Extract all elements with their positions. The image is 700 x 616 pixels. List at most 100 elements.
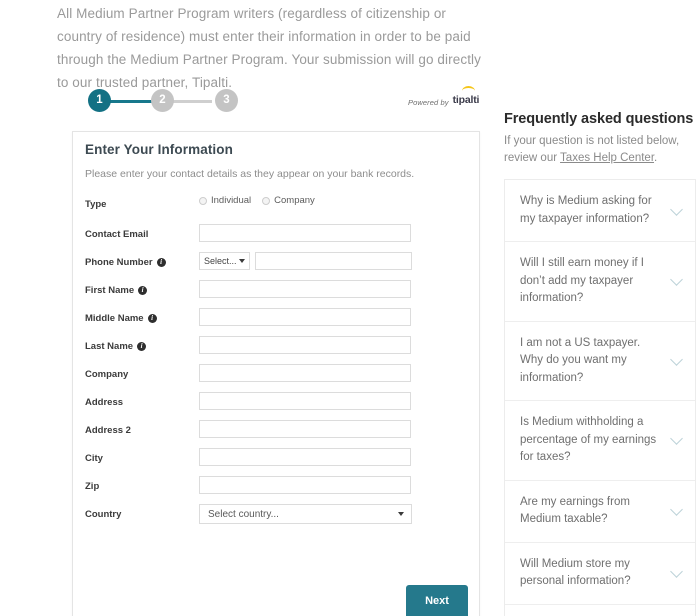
phone-number-input[interactable] (255, 252, 412, 270)
stepper-step-2[interactable]: 2 (151, 89, 174, 112)
chevron-down-icon (239, 259, 245, 263)
phone-country-select[interactable]: Select... (199, 252, 250, 270)
faq-question: I am not a US taxpayer. Why do you want … (520, 336, 641, 384)
faq-question: Are my earnings from Medium taxable? (520, 495, 630, 526)
faq-item[interactable]: I am not a US taxpayer. Why do you want … (505, 322, 695, 401)
form-row-zip: Zip (73, 476, 479, 504)
label-contact-email: Contact Email (85, 229, 148, 240)
form-row-first-name: First Name i (73, 280, 479, 308)
powered-by-label: Powered by (408, 98, 449, 107)
information-form-card: Enter Your Information Please enter your… (72, 131, 480, 616)
info-icon-last-name[interactable]: i (137, 342, 147, 351)
taxes-help-center-link[interactable]: Taxes Help Center (560, 152, 654, 164)
middle-name-input[interactable] (199, 308, 411, 326)
form-row-phone-number: Phone Number i Select... (73, 252, 479, 280)
phone-country-select-value: Select... (204, 256, 237, 266)
faq-item[interactable]: Is Medium withholding a percentage of my… (505, 401, 695, 481)
label-middle-name-text: Middle Name (85, 313, 144, 324)
label-address: Address (85, 397, 123, 408)
form-row-type: Type Individual Company (73, 194, 479, 224)
company-input[interactable] (199, 364, 411, 382)
chevron-down-icon[interactable] (670, 202, 683, 216)
zip-input[interactable] (199, 476, 411, 494)
form-row-middle-name: Middle Name i (73, 308, 479, 336)
tipalti-logo: tipalti (452, 86, 480, 108)
label-phone-number-text: Phone Number (85, 257, 153, 268)
type-radio-group[interactable]: Individual Company (199, 195, 315, 206)
label-address-2-text: Address 2 (85, 425, 131, 436)
stepper-step-1[interactable]: 1 (88, 89, 111, 112)
first-name-input[interactable] (199, 280, 411, 298)
contact-email-input[interactable] (199, 224, 411, 242)
form-title: Enter Your Information (85, 142, 233, 157)
form-row-last-name: Last Name i (73, 336, 479, 364)
faq-question: Will I still earn money if I don’t add m… (520, 257, 644, 304)
label-company: Company (85, 369, 128, 380)
next-button[interactable]: Next (406, 585, 468, 616)
label-city-text: City (85, 453, 103, 464)
info-icon-first-name[interactable]: i (138, 286, 148, 295)
form-row-city: City (73, 448, 479, 476)
radio-individual-label: Individual (211, 195, 252, 206)
address-2-input[interactable] (199, 420, 411, 438)
label-address-text: Address (85, 397, 124, 408)
label-last-name-text: Last Name (85, 341, 134, 352)
address-input[interactable] (199, 392, 411, 410)
form-row-contact-email: Contact Email (73, 224, 479, 252)
form-subtitle: Please enter your contact details as the… (85, 168, 415, 180)
faq-subtitle-after: . (654, 152, 658, 164)
faq-item[interactable]: Will Medium store my personal informatio… (505, 543, 695, 605)
chevron-down-icon[interactable] (670, 432, 683, 446)
label-last-name: Last Name i (85, 341, 147, 352)
label-address-2: Address 2 (85, 425, 131, 436)
form-row-country: Country Select country... (73, 504, 479, 534)
taxpayer-information-page: All Medium Partner Program writers (rega… (0, 0, 700, 616)
info-icon-phone-number[interactable]: i (156, 258, 166, 267)
radio-individual-dot[interactable] (199, 196, 207, 205)
tipalti-swoosh-icon (461, 86, 475, 91)
chevron-down-icon[interactable] (670, 352, 683, 366)
faq-heading: Frequently asked questions (504, 111, 694, 127)
faq-item[interactable]: Why is Medium asking for my taxpayer inf… (505, 180, 695, 242)
faq-question: Will Medium store my personal informatio… (520, 557, 631, 588)
chevron-down-icon[interactable] (670, 565, 683, 578)
city-input[interactable] (199, 448, 411, 466)
intro-paragraph: All Medium Partner Program writers (rega… (57, 6, 481, 90)
radio-individual[interactable]: Individual (199, 195, 251, 206)
label-zip: Zip (85, 481, 99, 492)
radio-company[interactable]: Company (262, 195, 315, 206)
progress-stepper: 1 2 3 (88, 89, 238, 113)
last-name-input[interactable] (199, 336, 411, 354)
stepper-step-3[interactable]: 3 (215, 89, 238, 112)
chevron-down-icon[interactable] (670, 273, 683, 287)
form-row-company: Company (73, 364, 479, 392)
country-select[interactable]: Select country... (199, 504, 412, 524)
chevron-down-icon[interactable] (670, 503, 683, 516)
faq-question: Is Medium withholding a percentage of my… (520, 416, 657, 463)
info-icon-middle-name[interactable]: i (147, 314, 157, 323)
faq-item[interactable]: Who is Tipalti? (505, 605, 695, 616)
label-phone-number: Phone Number i (85, 257, 166, 268)
label-first-name-text: First Name (85, 285, 135, 296)
radio-company-dot[interactable] (262, 196, 271, 205)
form-fields: Type Individual Company Contact Email Ph… (73, 194, 479, 534)
faq-question: Why is Medium asking for my taxpayer inf… (520, 195, 652, 225)
chevron-down-icon (398, 512, 404, 516)
faq-item[interactable]: Will I still earn money if I don’t add m… (505, 242, 695, 322)
label-city: City (85, 453, 103, 464)
faq-item[interactable]: Are my earnings from Medium taxable? (505, 481, 695, 543)
label-contact-email-text: Contact Email (85, 229, 149, 240)
tipalti-brand-text: tipalti (452, 94, 480, 106)
label-middle-name: Middle Name i (85, 313, 157, 324)
label-zip-text: Zip (85, 481, 100, 492)
label-type-text: Type (85, 199, 107, 210)
faq-subtitle: If your question is not listed below, re… (504, 133, 694, 167)
label-country-text: Country (85, 509, 122, 520)
form-row-address: Address (73, 392, 479, 420)
faq-accordion: Why is Medium asking for my taxpayer inf… (504, 179, 696, 616)
powered-by-tipalti-badge: Powered by tipalti (408, 86, 480, 108)
label-company-text: Company (85, 369, 129, 380)
label-first-name: First Name i (85, 285, 148, 296)
label-type: Type (85, 199, 106, 210)
radio-company-label: Company (274, 195, 315, 206)
